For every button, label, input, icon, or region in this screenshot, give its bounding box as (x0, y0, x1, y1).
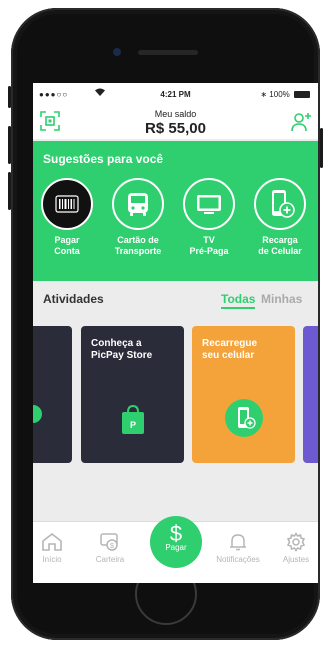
card-title: Recarregue seu celular (202, 338, 258, 361)
phone-recharge-icon (254, 178, 306, 230)
tab-home-label: Início (42, 555, 62, 564)
power-button (320, 128, 323, 168)
activity-card-picpay-store[interactable]: Conheça a PicPay Store P (81, 326, 184, 463)
earpiece-speaker (138, 50, 198, 55)
svg-text:$: $ (170, 522, 182, 544)
volume-down-button (8, 172, 11, 210)
suggestion-label: Cartão de Transporte (114, 235, 162, 256)
suggestion-label: TV Pré-Paga (189, 235, 229, 256)
front-camera (113, 48, 121, 56)
mute-switch (8, 86, 11, 108)
activity-card-partial-left[interactable] (33, 326, 72, 463)
app-screen: ●●●○○ 4:21 PM ∗ 100% Meu saldo R$ 55,00 (33, 83, 318, 583)
tab-mine[interactable]: Minhas (261, 292, 302, 306)
bus-icon (112, 178, 164, 230)
tab-home[interactable]: Início (33, 532, 77, 564)
tab-all[interactable]: Todas (221, 292, 256, 309)
bluetooth-icon: ∗ (260, 90, 268, 99)
phone-recharge-icon (225, 399, 263, 437)
tab-wallet[interactable]: $ Carteira (85, 532, 135, 564)
suggestion-pay-bill[interactable]: Pagar Conta (37, 178, 97, 257)
suggestion-phone-recharge[interactable]: Recarga de Celular (250, 178, 310, 257)
wallet-icon: $ (100, 533, 118, 551)
dollar-icon: $ (170, 522, 182, 544)
gear-icon (286, 532, 306, 552)
home-icon (42, 532, 62, 551)
status-bar: ●●●○○ 4:21 PM ∗ 100% (33, 83, 318, 105)
tab-notifications[interactable]: Notificações (207, 532, 269, 564)
suggestion-prepaid-tv[interactable]: TV Pré-Paga (179, 178, 239, 257)
suggestion-transport-card[interactable]: Cartão de Transporte (108, 178, 168, 257)
activity-card-partial-right[interactable] (303, 326, 318, 463)
suggestions-section: Sugestões para você Pagar Conta Cartão de… (33, 141, 318, 281)
balance-value[interactable]: R$ 55,00 (33, 120, 318, 137)
app-header: Meu saldo R$ 55,00 (33, 105, 318, 139)
battery-icon (294, 91, 310, 98)
add-user-icon[interactable] (290, 111, 312, 133)
svg-text:$: $ (110, 543, 114, 550)
card-title: Conheça a PicPay Store (91, 338, 153, 361)
pay-label: Pagar (165, 543, 187, 552)
barcode-icon (41, 178, 93, 230)
tab-wallet-label: Carteira (95, 555, 125, 564)
tab-settings[interactable]: Ajustes (274, 532, 318, 564)
pay-button[interactable]: $ Pagar (150, 516, 202, 568)
tv-icon (183, 178, 235, 230)
suggestions-title: Sugestões para você (43, 152, 164, 166)
battery-indicator: ∗ 100% (260, 90, 310, 99)
bottom-tab-bar: Início $ Carteira $ Pagar Notificações A… (33, 516, 318, 583)
activities-section: Atividades Todas Minhas Conheça a PicPay … (33, 281, 318, 501)
bell-icon (230, 534, 246, 551)
balance-label: Meu saldo (154, 109, 197, 119)
suggestion-label: Pagar Conta (54, 235, 80, 256)
tab-notifications-label: Notificações (216, 555, 260, 564)
activity-card-recharge[interactable]: Recarregue seu celular (192, 326, 295, 463)
battery-percent: 100% (269, 90, 290, 99)
activities-title: Atividades (43, 292, 104, 306)
svg-text:P: P (130, 420, 136, 430)
volume-up-button (8, 126, 11, 164)
suggestion-label: Recarga de Celular (258, 235, 302, 256)
tab-settings-label: Ajustes (282, 555, 310, 564)
shopping-bag-icon: P (122, 404, 144, 434)
